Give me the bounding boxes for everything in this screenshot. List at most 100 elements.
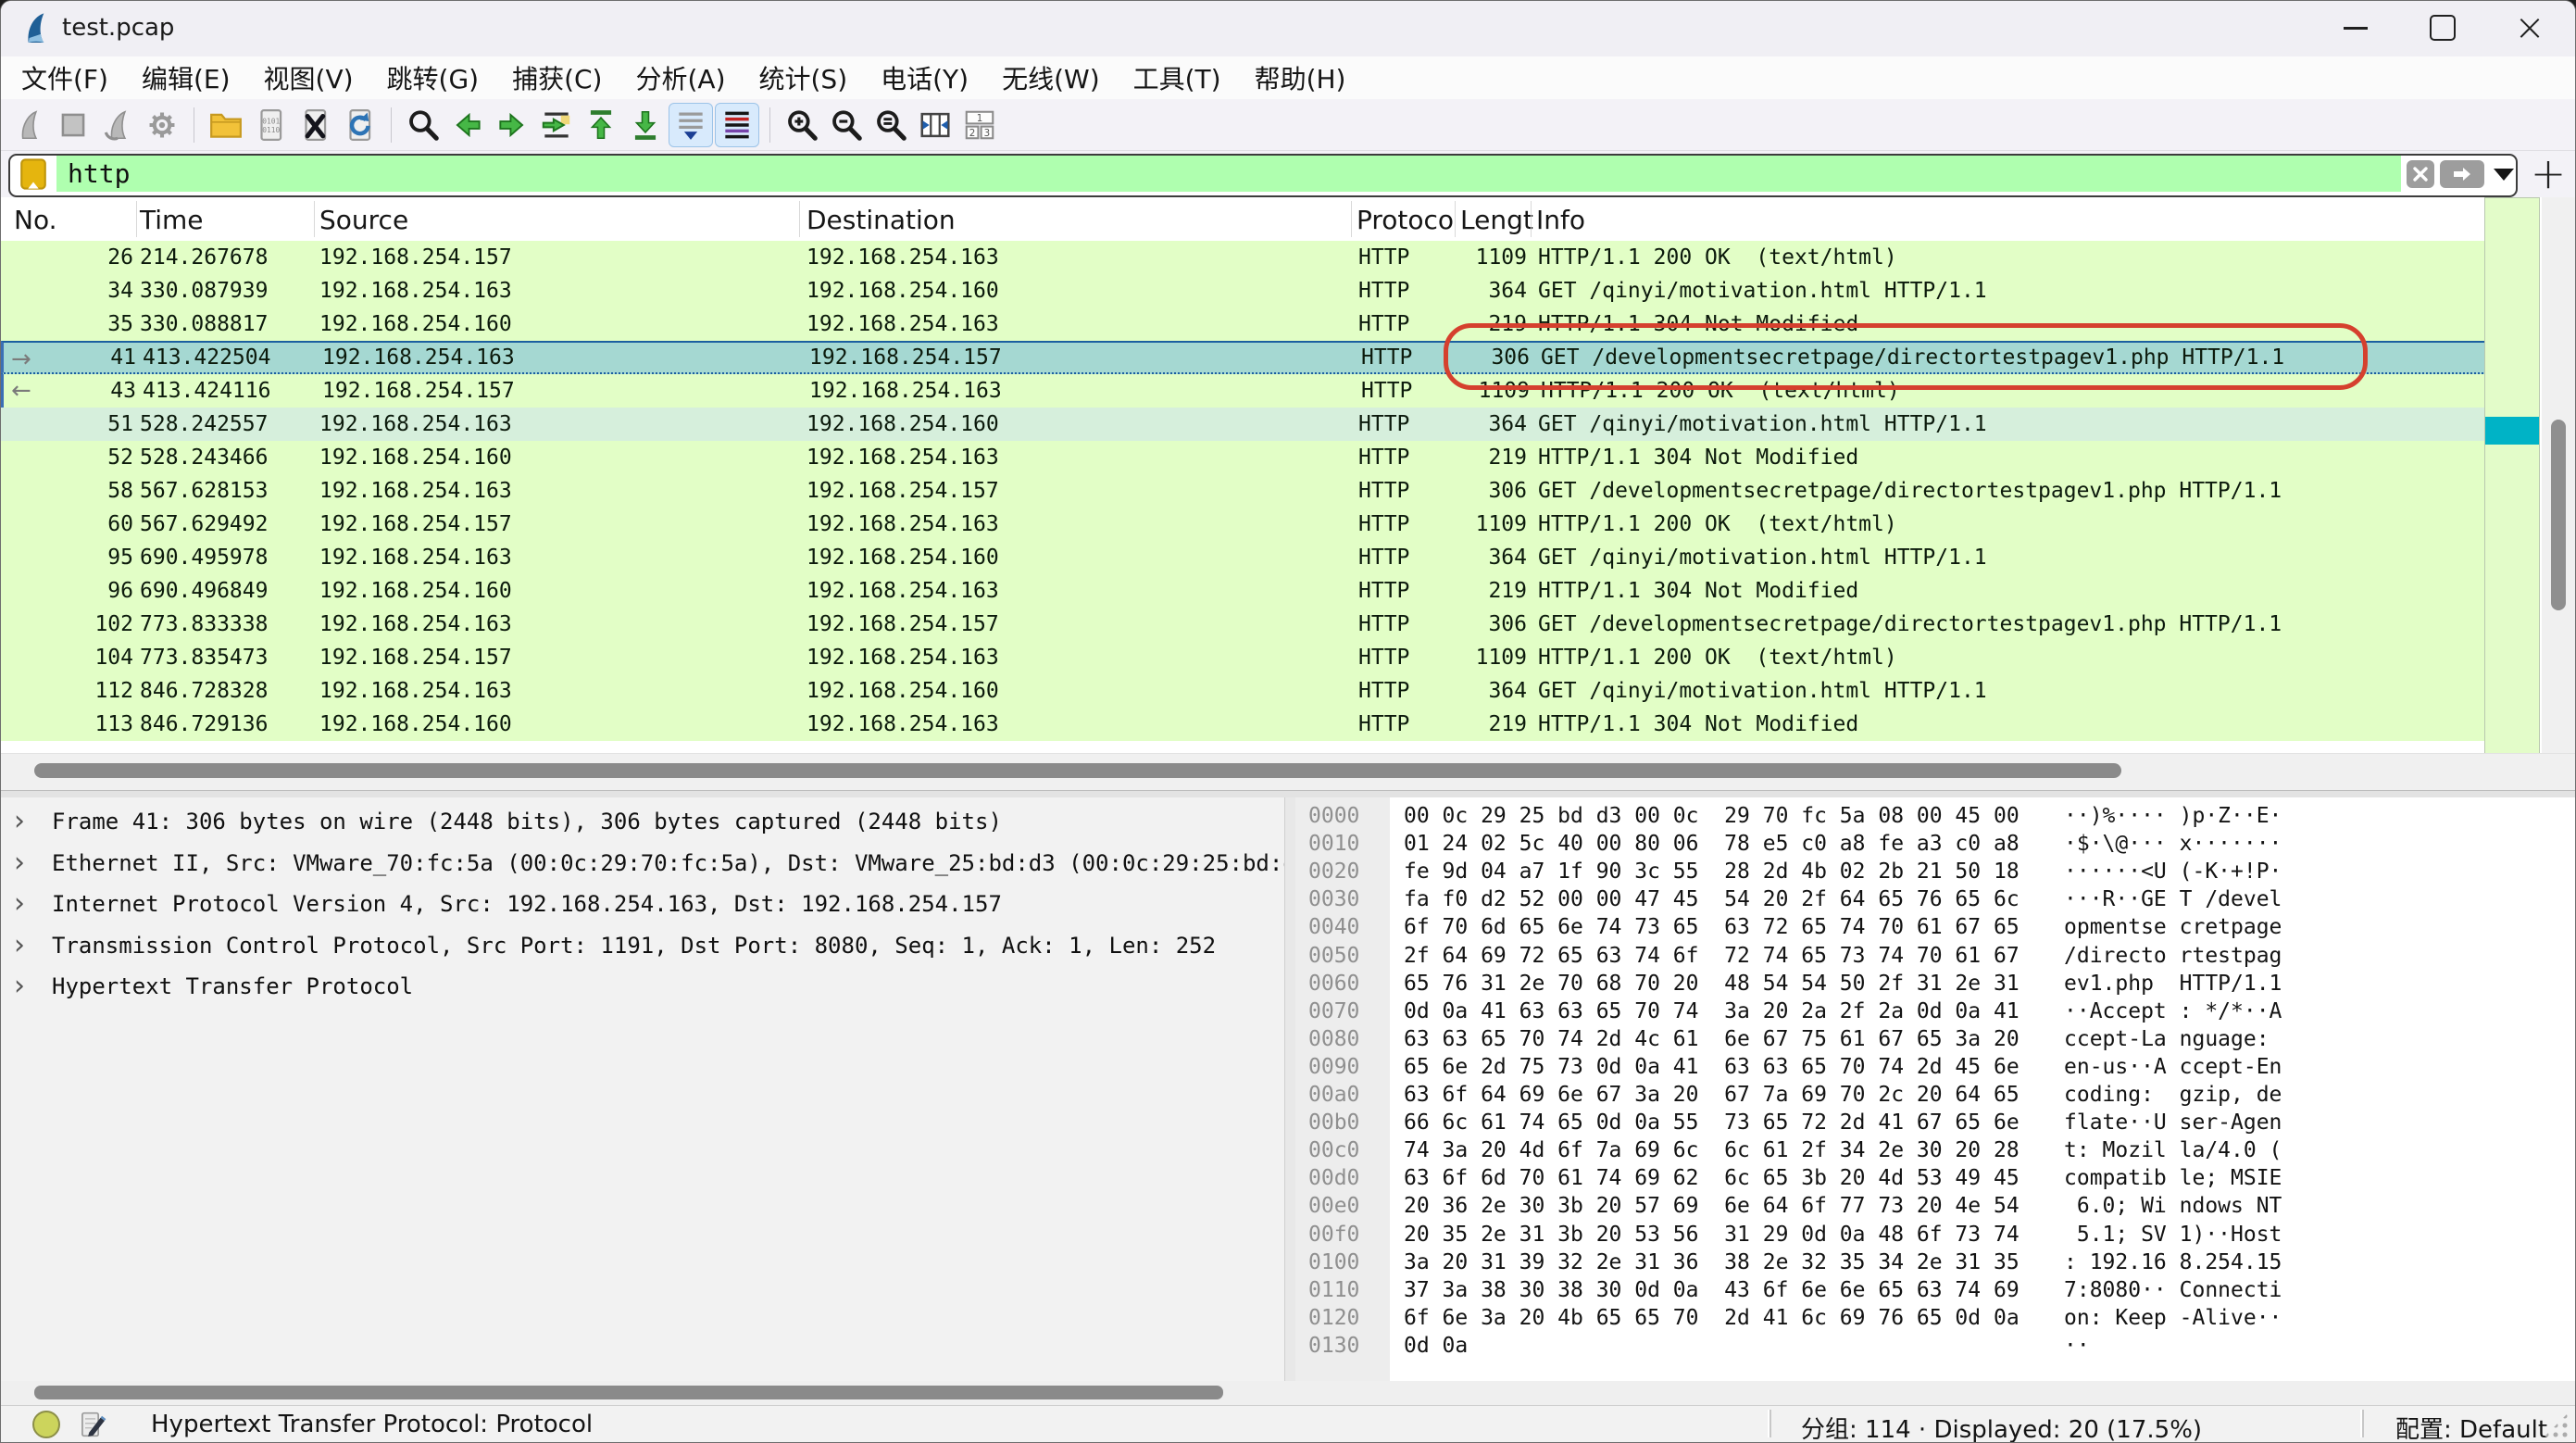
menu-item-capture[interactable]: 捕获(C) <box>499 59 615 96</box>
expand-chevron-icon[interactable]: › <box>14 887 25 920</box>
packet-row-52[interactable]: 52528.243466192.168.254.160192.168.254.1… <box>1 441 2484 474</box>
filter-bookmark-icon[interactable] <box>14 158 53 190</box>
packet-row-104[interactable]: 104773.835473192.168.254.157192.168.254.… <box>1 641 2484 674</box>
packet-row-35[interactable]: 35330.088817192.168.254.160192.168.254.1… <box>1 307 2484 341</box>
find-packet-button[interactable] <box>402 104 444 146</box>
column-header-time[interactable]: Time <box>140 205 204 235</box>
filter-clear-button[interactable] <box>2407 160 2434 188</box>
column-header-no[interactable]: No. <box>14 205 56 235</box>
packet-row-95[interactable]: 95690.495978192.168.254.163192.168.254.1… <box>1 541 2484 574</box>
column-resize-handle[interactable] <box>1351 201 1352 237</box>
packet-row-96[interactable]: 96690.496849192.168.254.160192.168.254.1… <box>1 574 2484 608</box>
add-filter-button[interactable]: + <box>2527 151 2570 195</box>
hex-line[interactable]: 01206f 6e 3a 20 4b 65 65 70 2d 41 6c 69 … <box>1295 1303 2575 1331</box>
packet-row-51[interactable]: 51528.242557192.168.254.163192.168.254.1… <box>1 408 2484 441</box>
hex-line[interactable]: 00b066 6c 61 74 65 0d 0a 55 73 65 72 2d … <box>1295 1108 2575 1136</box>
vertical-scrollbar-thumb[interactable] <box>2551 420 2566 610</box>
hex-line[interactable]: 006065 76 31 2e 70 68 70 20 48 54 54 50 … <box>1295 969 2575 997</box>
display-filter-input[interactable]: http <box>56 156 2401 192</box>
hex-line[interactable]: 00406f 70 6d 65 6e 74 73 65 63 72 65 74 … <box>1295 912 2575 940</box>
intelligent-scrollbar-minimap[interactable] <box>2484 197 2540 790</box>
detail-tree-item[interactable]: ›Hypertext Transfer Protocol <box>1 968 1284 1009</box>
menu-item-wireless[interactable]: 无线(W) <box>989 59 1113 96</box>
column-resize-handle[interactable] <box>799 201 800 237</box>
hex-line[interactable]: 00e020 36 2e 30 3b 20 57 69 6e 64 6f 77 … <box>1295 1191 2575 1219</box>
packet-row-102[interactable]: 102773.833338192.168.254.163192.168.254.… <box>1 608 2484 641</box>
expert-info-icon[interactable] <box>32 1411 60 1438</box>
go-forward-button[interactable] <box>491 104 533 146</box>
zoom-out-button[interactable] <box>825 104 868 146</box>
hex-line[interactable]: 000000 0c 29 25 bd d3 00 0c 29 70 fc 5a … <box>1295 801 2575 829</box>
column-header-protocol[interactable]: Protoco <box>1357 205 1454 235</box>
zoom-original-button[interactable] <box>869 104 912 146</box>
column-resize-handle[interactable] <box>1455 201 1456 237</box>
filter-dropdown-chevron-icon[interactable] <box>2494 169 2514 181</box>
expand-chevron-icon[interactable]: › <box>14 805 25 837</box>
hex-line[interactable]: 0030fa f0 d2 52 00 00 47 45 54 20 2f 64 … <box>1295 885 2575 912</box>
expand-chevron-icon[interactable]: › <box>14 929 25 961</box>
packet-list-horizontal-scrollbar[interactable] <box>1 753 2575 791</box>
hex-line[interactable]: 011037 3a 38 30 38 30 0d 0a 43 6f 6e 6e … <box>1295 1275 2575 1303</box>
hex-line[interactable]: 00700d 0a 41 63 63 65 70 74 3a 20 2a 2f … <box>1295 997 2575 1024</box>
filter-apply-button[interactable] <box>2440 160 2484 188</box>
profile-status[interactable]: 配置: Default <box>2395 1411 2547 1443</box>
packet-list-vertical-scrollbar[interactable] <box>2542 197 2575 790</box>
packet-row-113[interactable]: 113846.729136192.168.254.160192.168.254.… <box>1 708 2484 741</box>
go-back-button[interactable] <box>446 104 489 146</box>
hex-line[interactable]: 00a063 6f 64 69 6e 67 3a 20 67 7a 69 70 … <box>1295 1080 2575 1108</box>
packet-row-58[interactable]: 58567.628153192.168.254.163192.168.254.1… <box>1 474 2484 508</box>
detail-tree-item[interactable]: ›Ethernet II, Src: VMware_70:fc:5a (00:0… <box>1 845 1284 885</box>
maximize-button[interactable] <box>2399 1 2486 55</box>
close-button[interactable]: × <box>2486 1 2573 55</box>
hex-line[interactable]: 00c074 3a 20 4d 6f 7a 69 6c 6c 61 2f 34 … <box>1295 1136 2575 1163</box>
zoom-in-button[interactable] <box>781 104 823 146</box>
detail-tree-item[interactable]: ›Frame 41: 306 bytes on wire (2448 bits)… <box>1 803 1284 844</box>
reload-file-button[interactable] <box>338 104 381 146</box>
hex-line[interactable]: 00f020 35 2e 31 3b 20 53 56 31 29 0d 0a … <box>1295 1220 2575 1248</box>
column-header-source[interactable]: Source <box>319 205 408 235</box>
expand-chevron-icon[interactable]: › <box>14 970 25 1002</box>
go-to-packet-button[interactable] <box>535 104 578 146</box>
detail-tree-item[interactable]: ›Transmission Control Protocol, Src Port… <box>1 927 1284 968</box>
details-scrollbar-thumb[interactable] <box>34 1386 1223 1399</box>
expand-chevron-icon[interactable]: › <box>14 847 25 879</box>
detail-tree-item[interactable]: ›Internet Protocol Version 4, Src: 192.1… <box>1 885 1284 926</box>
hex-line[interactable]: 0020fe 9d 04 a7 1f 90 3c 55 28 2d 4b 02 … <box>1295 857 2575 885</box>
horizontal-scrollbar-thumb[interactable] <box>34 763 2121 778</box>
menu-item-statistics[interactable]: 统计(S) <box>746 59 861 96</box>
hex-line[interactable]: 01003a 20 31 39 32 2e 31 36 38 2e 32 35 … <box>1295 1248 2575 1275</box>
menu-item-view[interactable]: 视图(V) <box>251 59 367 96</box>
menu-item-telephony[interactable]: 电话(Y) <box>868 59 982 96</box>
menu-item-edit[interactable]: 编辑(E) <box>129 59 244 96</box>
close-file-button[interactable] <box>294 104 336 146</box>
packet-row-43[interactable]: ←43413.424116192.168.254.157192.168.254.… <box>1 374 2487 408</box>
minimize-button[interactable] <box>2312 1 2399 55</box>
details-horizontal-scrollbar[interactable] <box>1 1381 2575 1405</box>
column-resize-handle[interactable] <box>136 201 137 237</box>
open-file-button[interactable] <box>205 104 247 146</box>
hex-line[interactable]: 008063 63 65 70 74 2d 4c 61 6e 67 75 61 … <box>1295 1024 2575 1052</box>
column-resize-handle[interactable] <box>1531 201 1532 237</box>
packet-row-34[interactable]: 34330.087939192.168.254.163192.168.254.1… <box>1 274 2484 307</box>
packet-row-60[interactable]: 60567.629492192.168.254.157192.168.254.1… <box>1 508 2484 541</box>
packet-row-41[interactable]: →41413.422504192.168.254.163192.168.254.… <box>1 341 2487 374</box>
column-header-info[interactable]: Info <box>1536 205 1585 235</box>
packet-row-26[interactable]: 26214.267678192.168.254.157192.168.254.1… <box>1 241 2484 274</box>
go-first-button[interactable] <box>580 104 622 146</box>
packet-row-112[interactable]: 112846.728328192.168.254.163192.168.254.… <box>1 674 2484 708</box>
menu-item-file[interactable]: 文件(F) <box>8 59 121 96</box>
menu-item-go[interactable]: 跳转(G) <box>374 59 493 96</box>
menu-item-help[interactable]: 帮助(H) <box>1242 59 1359 96</box>
menu-item-tools[interactable]: 工具(T) <box>1120 59 1234 96</box>
column-header-destination[interactable]: Destination <box>807 205 956 235</box>
menu-item-analyze[interactable]: 分析(A) <box>622 59 738 96</box>
layout-pages-button[interactable]: 123 <box>958 104 1001 146</box>
auto-scroll-button[interactable] <box>669 103 713 147</box>
hex-line[interactable]: 009065 6e 2d 75 73 0d 0a 41 63 63 65 70 … <box>1295 1052 2575 1080</box>
hex-line[interactable]: 00d063 6f 6d 70 61 74 69 62 6c 65 3b 20 … <box>1295 1163 2575 1191</box>
colorize-button[interactable] <box>715 103 759 147</box>
capture-comment-icon[interactable] <box>79 1410 106 1439</box>
hex-line[interactable]: 01300d 0a·· <box>1295 1331 2575 1359</box>
resize-columns-button[interactable] <box>914 104 957 146</box>
hex-line[interactable]: 001001 24 02 5c 40 00 80 06 78 e5 c0 a8 … <box>1295 829 2575 857</box>
